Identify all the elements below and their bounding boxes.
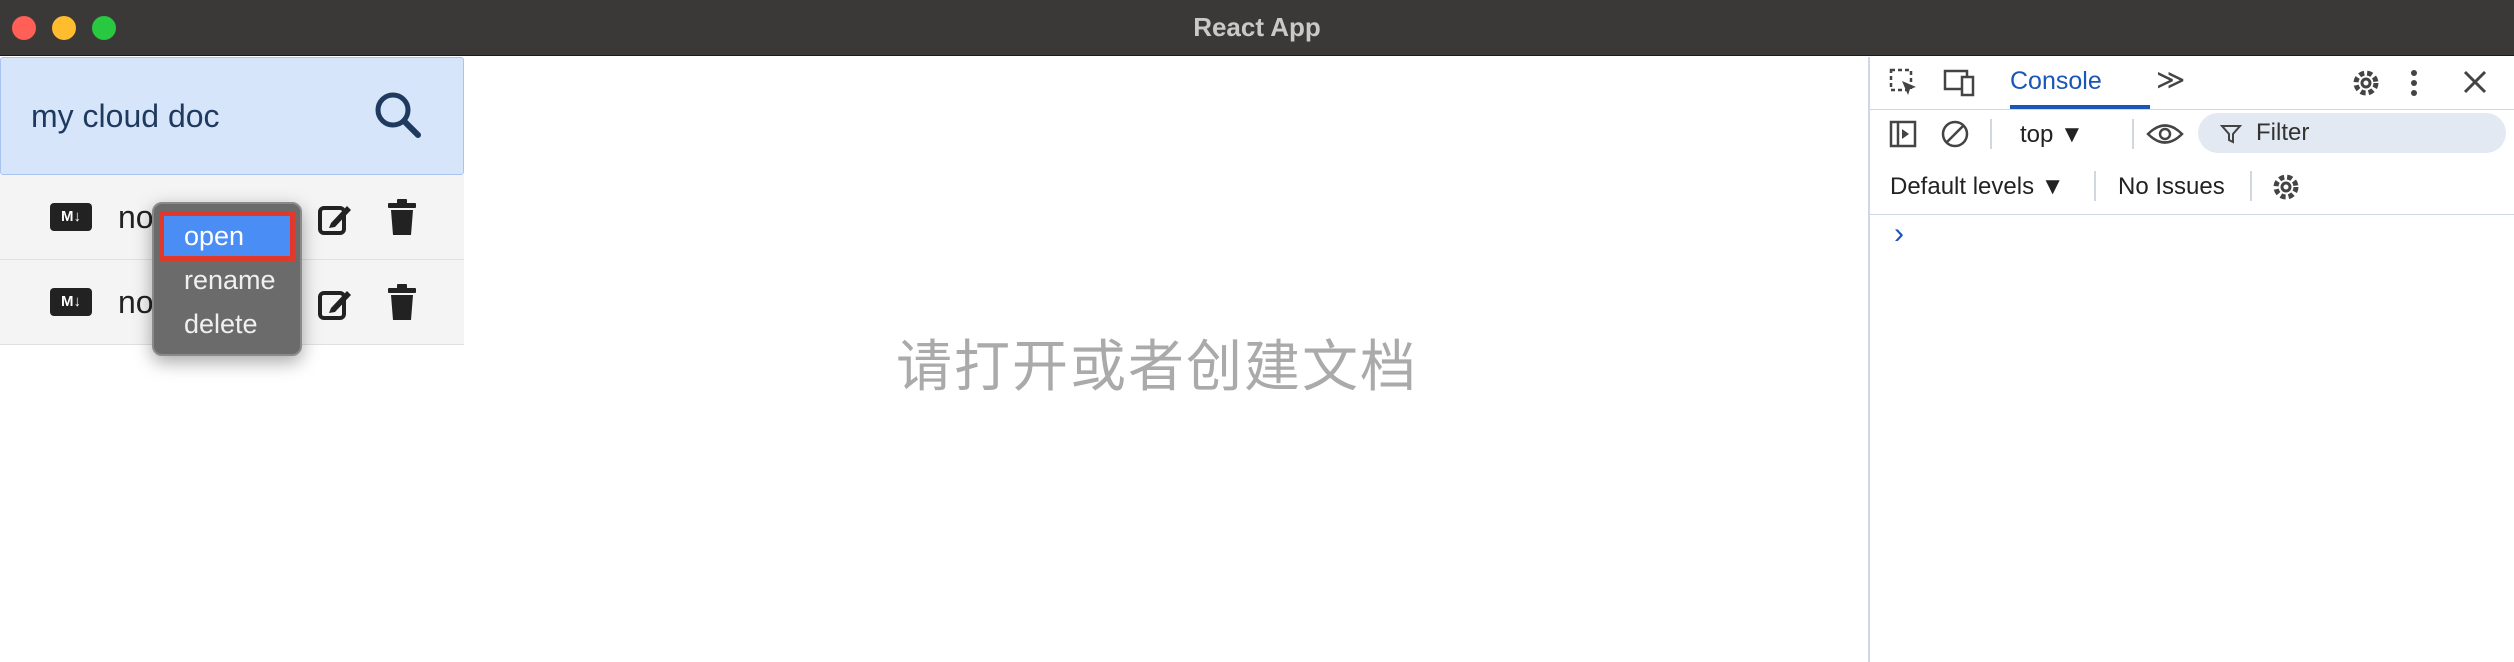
- eye-icon[interactable]: [2146, 121, 2184, 147]
- more-options-icon[interactable]: [2408, 67, 2420, 99]
- markdown-icon: M↓: [50, 203, 92, 231]
- trash-icon[interactable]: [386, 284, 418, 322]
- filter-icon: [2220, 125, 2242, 144]
- toolbar-divider: [1990, 119, 1992, 149]
- filter-input[interactable]: Filter: [2198, 113, 2506, 153]
- devtools-toolbar: Console ≫: [1870, 57, 2514, 110]
- devtools-panel: Console ≫ top ▼ Filter Default levels ▼ …: [1868, 57, 2514, 662]
- markdown-icon: M↓: [50, 288, 92, 316]
- tab-console[interactable]: Console: [2010, 67, 2102, 96]
- trash-icon[interactable]: [386, 199, 418, 237]
- window-titlebar: React App: [0, 0, 2514, 56]
- console-divider: [1870, 214, 2514, 215]
- file-name[interactable]: no: [118, 199, 154, 236]
- file-name[interactable]: no: [118, 284, 154, 321]
- search-icon[interactable]: [371, 88, 425, 142]
- context-menu-delete[interactable]: delete: [164, 304, 290, 344]
- edit-icon[interactable]: [317, 201, 353, 237]
- console-settings-icon[interactable]: [2270, 171, 2302, 203]
- device-toolbar-icon[interactable]: [1942, 67, 1976, 99]
- context-menu-open[interactable]: open: [159, 211, 295, 261]
- filter-placeholder: Filter: [2256, 119, 2310, 146]
- issues-counter[interactable]: No Issues: [2118, 173, 2225, 201]
- clear-console-icon[interactable]: [1940, 119, 1970, 149]
- sidebar-toggle-icon[interactable]: [1888, 119, 1918, 149]
- more-tabs-icon[interactable]: ≫: [2156, 63, 2185, 96]
- edit-icon[interactable]: [317, 286, 353, 322]
- empty-state-message: 请打开或者创建文档: [896, 335, 1418, 398]
- inspect-element-icon[interactable]: [1888, 67, 1920, 99]
- search-bar-title: my cloud doc: [31, 98, 220, 134]
- toolbar-divider: [2094, 171, 2096, 201]
- console-prompt-icon[interactable]: ›: [1894, 217, 1904, 251]
- window-title: React App: [1193, 12, 1321, 42]
- close-devtools-icon[interactable]: [2462, 69, 2488, 95]
- toolbar-divider: [2250, 171, 2252, 201]
- log-levels-select[interactable]: Default levels ▼: [1890, 173, 2065, 201]
- context-select[interactable]: top ▼: [2020, 121, 2084, 149]
- active-tab-indicator: [2010, 105, 2150, 109]
- toolbar-divider: [2132, 119, 2134, 149]
- context-menu: open rename delete: [152, 202, 302, 356]
- search-bar: my cloud doc: [0, 57, 464, 175]
- settings-gear-icon[interactable]: [2350, 67, 2382, 99]
- context-menu-rename[interactable]: rename: [164, 260, 290, 300]
